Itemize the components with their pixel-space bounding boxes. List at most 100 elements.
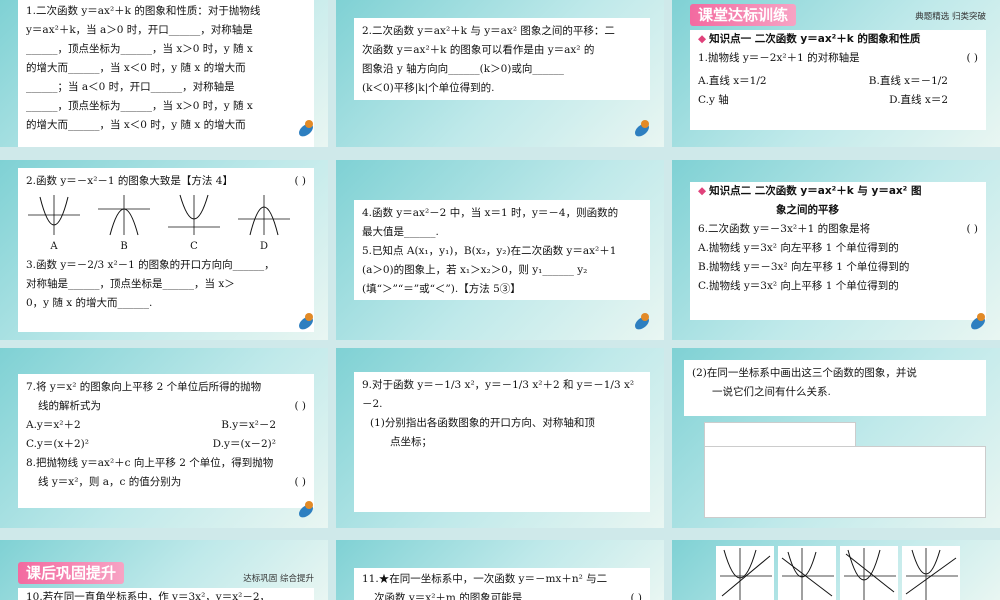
answer-paren: ( ) xyxy=(630,592,642,600)
q7-row: 线的解析式为 ( ) xyxy=(26,397,306,416)
graph-option-d[interactable]: D xyxy=(236,193,292,256)
diamond-icon: ◆ xyxy=(698,33,707,45)
q7-text: 7.将 y＝x² 的图象向上平移 2 个单位后所得的抛物 xyxy=(26,381,262,393)
graph-option-a[interactable]: A xyxy=(26,193,82,256)
graph-option-b[interactable] xyxy=(778,546,836,600)
q1-options-row-2: C.y 轴 D.直线 x＝2 xyxy=(698,91,978,110)
graph-option-c[interactable]: C xyxy=(166,193,222,256)
answer-paren: ( ) xyxy=(966,52,978,64)
s2-line-1: 次函数 y＝ax²＋k 的图象可以看作是由 y＝ax² 的 xyxy=(362,44,595,56)
parabola-graph-icon xyxy=(168,194,220,235)
slide-9[interactable]: (2)在同一坐标系中画出这三个函数的图象，并说 一说它们之间有什么关系. xyxy=(672,348,1000,528)
s1-line-4: ______；当 a＜0 时，开口______，对称轴是 xyxy=(26,81,235,93)
s5-line-0: 4.函数 y＝ax²－2 中，当 x＝1 时，y＝－4，则函数的 xyxy=(362,207,619,219)
answer-paren: ( ) xyxy=(294,175,306,187)
s1-line-0: 1.二次函数 y＝ax²＋k 的图象和性质：对于抛物线 xyxy=(26,5,261,17)
slide-2[interactable]: 2.二次函数 y＝ax²＋k 与 y＝ax² 图象之间的平移：二 次函数 y＝a… xyxy=(336,0,664,147)
q6-text: 6.二次函数 y＝－3x²＋1 的图象是将 xyxy=(698,223,871,235)
graph-option-c[interactable] xyxy=(840,546,898,600)
slide-8[interactable]: 9.对于函数 y＝－1/3 x²，y＝－1/3 x²＋2 和 y＝－1/3 x²… xyxy=(336,348,664,528)
parabola-line-graph-icon xyxy=(720,548,772,600)
slide-9-card: (2)在同一坐标系中画出这三个函数的图象，并说 一说它们之间有什么关系. xyxy=(684,360,986,416)
slide-7[interactable]: 7.将 y＝x² 的图象向上平移 2 个单位后所得的抛物 线的解析式为 ( ) … xyxy=(0,348,328,528)
s5-line-4: (填“＞”“＝”或“＜”).【方法 5③】 xyxy=(362,283,521,295)
slide-4[interactable]: 2.函数 y＝－x²－1 的图象大致是【方法 4】 ( ) A B C D 3.… xyxy=(0,160,328,340)
option-b[interactable]: B.抛物线 y＝－3x² 向左平移 1 个单位得到的 xyxy=(698,258,978,277)
answer-area[interactable] xyxy=(704,446,986,518)
graph-option-d[interactable] xyxy=(902,546,960,600)
slide-8-card: 9.对于函数 y＝－1/3 x²，y＝－1/3 x²＋2 和 y＝－1/3 x²… xyxy=(354,372,650,512)
slide-6-card: ◆ 知识点二 二次函数 y＝ax²＋k 与 y＝ax² 图 象之间的平移 6.二次… xyxy=(690,182,986,320)
option-b[interactable]: B.y＝x²－2 xyxy=(221,416,276,435)
slide-11-card: 11.★在同一坐标系中，一次函数 y＝－mx＋n² 与二 次函数 y＝x²＋m … xyxy=(354,568,650,600)
slide-grid: 1.二次函数 y＝ax²＋k 的图象和性质：对于抛物线 y＝ax²＋k，当 a＞… xyxy=(0,0,1000,600)
option-a[interactable]: A.直线 x＝1/2 xyxy=(698,72,767,91)
q3-line-2: 0，y 随 x 的增大而______. xyxy=(26,297,153,309)
q9-sub1-cont: 点坐标； xyxy=(390,436,432,448)
slide-7-card: 7.将 y＝x² 的图象向上平移 2 个单位后所得的抛物 线的解析式为 ( ) … xyxy=(18,374,314,508)
slide-11[interactable]: 11.★在同一坐标系中，一次函数 y＝－mx＋n² 与二 次函数 y＝x²＋m … xyxy=(336,540,664,600)
s1-line-1: y＝ax²＋k，当 a＞0 时，开口______，对称轴是 xyxy=(26,24,253,36)
slide-10[interactable]: 课后巩固提升 达标巩固 综合提升 10.若在同一直角坐标系中，作 y＝3x²，y… xyxy=(0,540,328,600)
option-a[interactable]: A.y＝x²＋2 xyxy=(26,416,81,435)
bird-icon xyxy=(632,119,654,141)
s2-line-2: 图象沿 y 轴方向向______(k＞0)或向______ xyxy=(362,63,564,75)
bird-icon xyxy=(296,312,318,334)
q9-sub2-cont: 一说它们之间有什么关系. xyxy=(712,386,831,398)
q11-text: 11.★在同一坐标系中，一次函数 y＝－mx＋n² 与二 xyxy=(362,573,608,585)
answer-paren: ( ) xyxy=(294,476,306,488)
graph-option-a[interactable] xyxy=(716,546,774,600)
parabola-line-graph-icon xyxy=(905,548,958,600)
s1-line-6: 的增大而______，当 x＜0 时，y 随 x 的增大而 xyxy=(26,119,246,131)
parabola-graph-icon xyxy=(98,195,150,236)
slide-1[interactable]: 1.二次函数 y＝ax²＋k 的图象和性质：对于抛物线 y＝ax²＋k，当 a＞… xyxy=(0,0,328,147)
slide-12[interactable] xyxy=(672,540,1000,600)
q1-options-row-1: A.直线 x＝1/2 B.直线 x＝－1/2 xyxy=(698,72,978,91)
s1-line-2: ______，顶点坐标为______，当 x＞0 时，y 随 x xyxy=(26,43,253,55)
banner-subtitle: 典题精选 归类突破 xyxy=(915,12,986,22)
answer-paren: ( ) xyxy=(294,400,306,412)
slide-5[interactable]: 4.函数 y＝ax²－2 中，当 x＝1 时，y＝－4，则函数的 最大值是___… xyxy=(336,160,664,340)
s1-line-3: 的增大而______，当 x＜0 时，y 随 x 的增大而 xyxy=(26,62,246,74)
slide-4-card: 2.函数 y＝－x²－1 的图象大致是【方法 4】 ( ) A B C D 3.… xyxy=(18,168,314,332)
q9-sub1: (1)分别指出各函数图象的开口方向、对称轴和顶 xyxy=(370,417,595,429)
q2-text: 2.函数 y＝－x²－1 的图象大致是【方法 4】 xyxy=(26,175,233,187)
option-b[interactable]: B.直线 x＝－1/2 xyxy=(869,72,948,91)
slide-3[interactable]: 课堂达标训练 典题精选 归类突破 ◆ 知识点一 二次函数 y＝ax²＋k 的图象和… xyxy=(672,0,1000,147)
option-a[interactable]: A.抛物线 y＝3x² 向左平移 1 个单位得到的 xyxy=(698,239,978,258)
knowledge-point-2: ◆ 知识点二 二次函数 y＝ax²＋k 与 y＝ax² 图 xyxy=(698,185,922,197)
parabola-line-graph-icon xyxy=(781,548,834,600)
bird-icon xyxy=(296,119,318,141)
q1-row: 1.抛物线 y＝－2x²＋1 的对称轴是 ( ) xyxy=(698,49,978,68)
q9-sub2: (2)在同一坐标系中画出这三个函数的图象，并说 xyxy=(692,367,917,379)
parabola-graph-icon xyxy=(28,195,80,235)
option-d[interactable]: D.直线 x＝2 xyxy=(889,91,948,110)
q8-row: 线 y＝x²，则 a，c 的值分别为 ( ) xyxy=(26,473,306,492)
s2-line-0: 2.二次函数 y＝ax²＋k 与 y＝ax² 图象之间的平移：二 xyxy=(362,25,615,37)
s5-line-3: (a＞0)的图象上，若 x₁＞x₂＞0，则 y₁______ y₂ xyxy=(362,264,588,276)
s5-line-2: 5.已知点 A(x₁，y₁)，B(x₂，y₂)在二次函数 y＝ax²＋1 xyxy=(362,245,617,257)
option-c[interactable]: C.y＝(x＋2)² xyxy=(26,435,89,454)
answer-paren: ( ) xyxy=(966,223,978,235)
s1-line-5: ______，顶点坐标为______，当 x＞0 时，y 随 x xyxy=(26,100,253,112)
bird-icon xyxy=(968,312,990,334)
q2-row: 2.函数 y＝－x²－1 的图象大致是【方法 4】 ( ) xyxy=(26,172,306,191)
slide-3-card: ◆ 知识点一 二次函数 y＝ax²＋k 的图象和性质 1.抛物线 y＝－2x²＋1… xyxy=(690,30,986,130)
q10-text: 10.若在同一直角坐标系中，作 y＝3x²，y＝x²－2， xyxy=(26,591,271,600)
graph-option-b[interactable]: B xyxy=(96,193,152,256)
bird-icon xyxy=(296,500,318,522)
slide-10-card: 10.若在同一直角坐标系中，作 y＝3x²，y＝x²－2， xyxy=(18,588,314,600)
q3-line-0: 3.函数 y＝－2/3 x²－1 的图象的开口方向向______， xyxy=(26,259,275,271)
slide-5-card: 4.函数 y＝ax²－2 中，当 x＝1 时，y＝－4，则函数的 最大值是___… xyxy=(354,200,650,300)
parabola-graph-icon xyxy=(238,195,290,236)
s2-line-3: (k＜0)平移|k|个单位得到的. xyxy=(362,82,495,94)
banner-subtitle: 达标巩固 综合提升 xyxy=(243,574,314,584)
option-d[interactable]: D.y＝(x－2)² xyxy=(213,435,276,454)
q3-line-1: 对称轴是______，顶点坐标是______，当 x＞ xyxy=(26,278,235,290)
option-c[interactable]: C.抛物线 y＝3x² 向上平移 1 个单位得到的 xyxy=(698,277,978,296)
option-c[interactable]: C.y 轴 xyxy=(698,91,729,110)
graph-options: A B C D xyxy=(26,193,306,256)
slide-6[interactable]: ◆ 知识点二 二次函数 y＝ax²＋k 与 y＝ax² 图 象之间的平移 6.二次… xyxy=(672,160,1000,340)
bird-icon xyxy=(632,312,654,334)
slide-1-card: 1.二次函数 y＝ax²＋k 的图象和性质：对于抛物线 y＝ax²＋k，当 a＞… xyxy=(18,0,314,147)
